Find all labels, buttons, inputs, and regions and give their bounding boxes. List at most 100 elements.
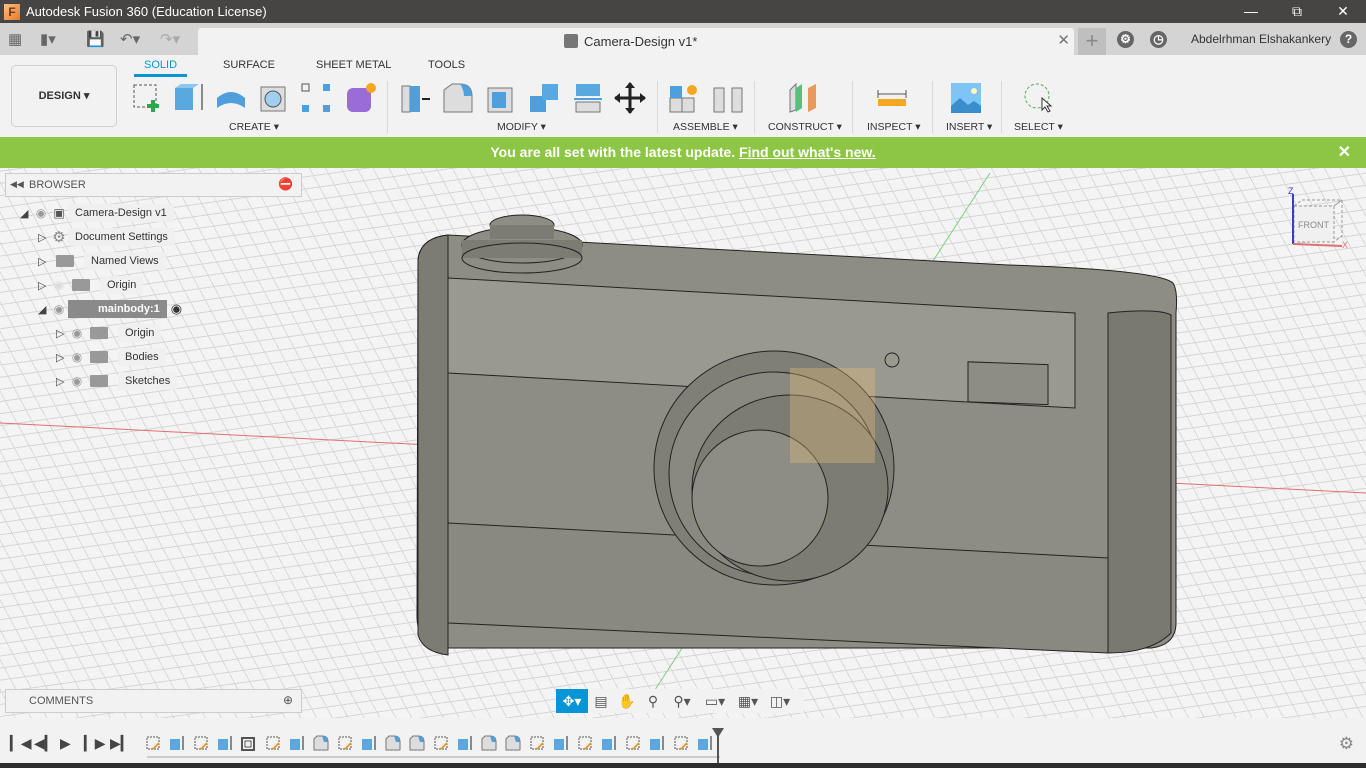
close-window-button[interactable]: ✕ [1320,0,1366,23]
timeline-feature-sketch-icon[interactable] [577,735,593,751]
construct-group-label[interactable]: CONSTRUCT ▾ [768,121,842,133]
timeline-feature-sketch-icon[interactable] [433,735,449,751]
job-status-icon[interactable]: ◷ [1150,31,1167,48]
expand-triangle-icon[interactable]: ▷ [56,375,68,388]
visibility-eye-icon[interactable]: ◉ [68,326,86,340]
select-icon[interactable] [1022,82,1054,114]
timeline-feature-extrude-icon[interactable] [289,735,305,751]
viewcube[interactable]: FRONT Z X [1288,186,1348,248]
hole-icon[interactable] [258,82,290,114]
assemble-group-label[interactable]: ASSEMBLE ▾ [673,121,738,133]
tree-item-document-settings[interactable]: ▷ ⚙ Document Settings [38,227,175,247]
browser-minimize-icon[interactable]: ⛔ [278,177,293,191]
expand-triangle-icon[interactable]: ▷ [56,327,68,340]
timeline-feature-sketch-icon[interactable] [265,735,281,751]
timeline-marker[interactable] [711,728,725,763]
visibility-eye-icon[interactable]: ◉ [50,302,68,316]
step-forward-icon[interactable]: ▎▶ [84,735,106,752]
timeline-feature-sketch-icon[interactable] [673,735,689,751]
browser-panel-header[interactable]: ◀◀ BROWSER ⛔ [5,173,302,197]
joint-icon[interactable] [712,82,744,114]
timeline-feature-sketch-icon[interactable] [145,735,161,751]
whats-new-link[interactable]: Find out what's new. [739,144,876,160]
pattern-icon[interactable] [300,82,332,114]
minimize-button[interactable]: — [1228,0,1274,23]
tree-item-named-views[interactable]: ▷ Named Views [38,251,166,271]
display-settings-icon[interactable]: ▭▾ [698,693,732,710]
offset-plane-icon[interactable] [788,82,820,114]
expand-triangle-icon[interactable]: ▷ [38,279,50,292]
redo-icon[interactable]: ↷▾ [160,30,180,48]
go-to-end-icon[interactable]: ▶▎ [110,735,132,752]
new-component-icon[interactable] [668,82,700,114]
fit-window-icon[interactable]: ⚲▾ [666,693,698,710]
extensions-icon[interactable]: ⚙ [1117,31,1134,48]
new-tab-button[interactable]: + [1078,28,1106,55]
file-menu-icon[interactable]: ▮▾ [40,30,56,48]
activate-radio-icon[interactable]: ◉ [171,301,182,317]
timeline-feature-sketch-icon[interactable] [337,735,353,751]
tab-surface[interactable]: SURFACE [223,59,275,71]
help-icon[interactable]: ? [1340,31,1357,48]
hidden-eye-icon[interactable]: ◉ [50,278,68,292]
timeline-feature-sketch-icon[interactable] [529,735,545,751]
collapse-triangle-icon[interactable]: ◢ [20,207,32,220]
document-tab[interactable]: Camera-Design v1* ✕ [198,28,1074,55]
restore-button[interactable]: ⧉ [1274,0,1320,23]
tree-item-origin-sub[interactable]: ▷ ◉ Origin [56,323,162,343]
undo-icon[interactable]: ↶▾ [120,30,140,48]
revolve-icon[interactable] [215,82,247,114]
shell-icon[interactable] [486,82,518,114]
select-group-label[interactable]: SELECT ▾ [1014,121,1063,133]
pan-hand-icon[interactable]: ✋ [614,693,640,710]
timeline-feature-sketch-icon[interactable] [193,735,209,751]
tree-item-sketches[interactable]: ▷ ◉ Sketches [56,371,178,391]
banner-close-icon[interactable]: ✕ [1338,137,1351,168]
zoom-icon[interactable]: ⚲ [640,693,666,710]
insert-image-icon[interactable] [950,82,982,114]
orbit-icon[interactable]: ✥▾ [556,689,588,713]
comments-panel[interactable]: COMMENTS ⊕ [5,689,302,713]
viewports-icon[interactable]: ◫▾ [764,693,796,710]
visibility-eye-icon[interactable]: ◉ [68,350,86,364]
go-to-start-icon[interactable]: ▎◀ [10,735,32,752]
timeline-feature-extrude-icon[interactable] [217,735,233,751]
extrude-icon[interactable] [173,82,205,114]
app-grid-icon[interactable]: ▦ [8,30,22,48]
timeline-feature-extrude-icon[interactable] [553,735,569,751]
create-group-label[interactable]: CREATE ▾ [229,121,279,133]
insert-group-label[interactable]: INSERT ▾ [946,121,992,133]
timeline-feature-extrude-icon[interactable] [601,735,617,751]
inspect-group-label[interactable]: INSPECT ▾ [867,121,921,133]
close-tab-icon[interactable]: ✕ [1057,31,1070,49]
create-form-icon[interactable] [345,82,377,114]
move-icon[interactable] [614,82,646,114]
modify-group-label[interactable]: MODIFY ▾ [497,121,546,133]
tab-solid[interactable]: SOLID [133,59,188,77]
timeline-feature-fillet-icon[interactable] [385,735,401,751]
timeline-feature-extrude-icon[interactable] [169,735,185,751]
timeline-feature-extrude-icon[interactable] [361,735,377,751]
timeline-feature-fillet-icon[interactable] [505,735,521,751]
canvas-viewport[interactable]: ◀◀ BROWSER ⛔ ◢ ◉ ▣ Camera-Design v1 ▷ ⚙ Docum… [0,168,1366,718]
visibility-eye-icon[interactable]: ◉ [32,206,50,220]
grid-settings-icon[interactable]: ▦▾ [732,693,764,710]
timeline-feature-fillet-icon[interactable] [409,735,425,751]
create-sketch-icon[interactable] [131,82,163,114]
tree-item-bodies[interactable]: ▷ ◉ Bodies [56,347,166,367]
collapse-triangle-icon[interactable]: ◢ [38,303,50,316]
combine-icon[interactable] [528,82,560,114]
press-pull-icon[interactable] [400,82,432,114]
tab-sheet-metal[interactable]: SHEET METAL [316,59,391,71]
split-body-icon[interactable] [572,82,604,114]
timeline-feature-sketch-icon[interactable] [625,735,641,751]
fillet-icon[interactable] [442,82,474,114]
workspace-switcher[interactable]: DESIGN ▾ [11,65,117,127]
timeline-feature-fillet-icon[interactable] [313,735,329,751]
tab-tools[interactable]: TOOLS [428,59,465,71]
timeline-feature-shell-icon[interactable] [241,735,257,751]
timeline-feature-fillet-icon[interactable] [481,735,497,751]
add-comment-icon[interactable]: ⊕ [283,693,293,707]
tree-item-mainbody[interactable]: ◢ ◉ mainbody:1 ◉ [38,299,182,319]
collapse-browser-icon[interactable]: ◀◀ [10,179,24,190]
